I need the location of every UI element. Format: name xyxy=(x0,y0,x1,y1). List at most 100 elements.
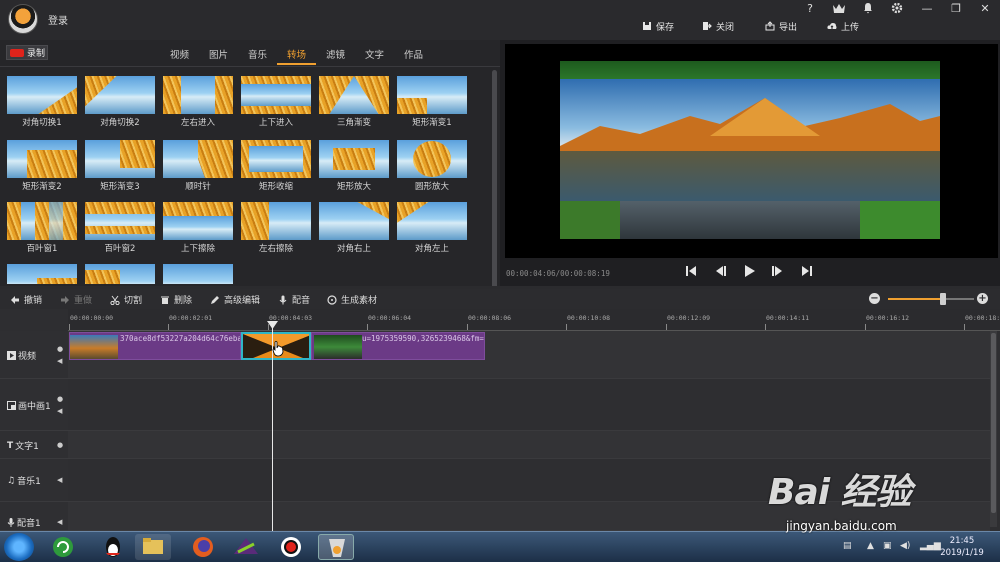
close-project-button[interactable]: 关闭 xyxy=(702,18,734,34)
ruler-tick-label: 00:00:14:11 xyxy=(766,314,810,322)
eye-icon[interactable]: ● xyxy=(57,441,63,449)
transition-tile[interactable]: 百叶窗1 xyxy=(7,202,77,254)
next-frame-icon[interactable] xyxy=(770,264,786,280)
transition-tile[interactable]: 对角切换2 xyxy=(85,76,155,128)
clip-filename: u=1975359590,3265239468&fm=2 xyxy=(362,334,485,343)
taskbar-app-refresh[interactable] xyxy=(45,534,81,560)
delete-label: 删除 xyxy=(174,296,193,306)
microphone-icon xyxy=(279,295,287,304)
tab-music[interactable]: 音乐 xyxy=(238,45,277,65)
eye-icon[interactable]: ● xyxy=(57,345,63,353)
video-clip[interactable]: 370ace8df53227a204d64c76ebad xyxy=(69,332,241,360)
transition-tile[interactable]: 上下进入 xyxy=(241,76,311,128)
baidu-jingyan-watermark: Bai 经验 jingyan.baidu.com xyxy=(768,455,958,545)
previous-frame-icon[interactable] xyxy=(712,264,728,280)
login-link[interactable]: 登录 xyxy=(48,12,68,27)
transition-tile[interactable]: 矩形渐变2 xyxy=(7,140,77,192)
transition-tile[interactable]: 矩形收缩 xyxy=(241,140,311,192)
export-button[interactable]: 导出 xyxy=(765,18,797,34)
transition-tile[interactable] xyxy=(7,264,77,284)
eye-icon[interactable]: ● xyxy=(57,395,63,403)
tab-transition[interactable]: 转场 xyxy=(277,45,316,65)
transition-tile[interactable]: 百叶窗2 xyxy=(85,202,155,254)
speaker-icon[interactable]: ◀ xyxy=(57,407,62,415)
transition-label: 对角右上 xyxy=(336,244,371,254)
taskbar-app-qq[interactable] xyxy=(95,534,131,560)
help-button[interactable]: ? xyxy=(800,2,820,16)
vip-icon[interactable] xyxy=(829,2,849,16)
transition-tile[interactable]: 矩形放大 xyxy=(319,140,389,192)
transition-thumbnail xyxy=(7,140,77,178)
bell-icon[interactable] xyxy=(858,2,878,16)
transition-label: 左右擦除 xyxy=(258,244,293,254)
upload-button[interactable]: 上传 xyxy=(827,18,859,34)
taskbar-app-recorder[interactable] xyxy=(273,534,309,560)
transition-thumbnail xyxy=(397,140,467,178)
text-t-icon: T xyxy=(7,440,14,451)
undo-button[interactable]: 撤销 xyxy=(10,293,42,306)
timeline-scrollbar-thumb[interactable] xyxy=(991,333,996,513)
skip-to-start-icon[interactable] xyxy=(683,264,699,280)
delete-button[interactable]: 删除 xyxy=(160,293,192,306)
generate-material-button[interactable]: 生成素材 xyxy=(327,293,377,306)
minimize-button[interactable]: — xyxy=(917,2,937,16)
tab-video[interactable]: 视频 xyxy=(160,45,199,65)
ruler-tick-label: 00:00:10:08 xyxy=(567,314,611,322)
zoom-in-icon[interactable]: + xyxy=(977,293,988,304)
redo-button[interactable]: 重做 xyxy=(60,293,92,306)
speaker-icon[interactable]: ◀ xyxy=(57,476,62,484)
transition-tile[interactable]: 左右进入 xyxy=(163,76,233,128)
record-label: 录制 xyxy=(27,49,46,59)
transition-tile[interactable]: 对角切换1 xyxy=(7,76,77,128)
transition-tile[interactable]: 左右擦除 xyxy=(241,202,311,254)
tab-works[interactable]: 作品 xyxy=(394,45,433,65)
transition-tile[interactable] xyxy=(163,264,233,284)
transition-tile[interactable]: 矩形渐变1 xyxy=(397,76,467,128)
voiceover-button[interactable]: 配音 xyxy=(278,293,310,306)
cut-button[interactable]: 切割 xyxy=(110,293,142,306)
track-label-pip: 画中画1 xyxy=(18,402,51,412)
record-button[interactable]: 录制 xyxy=(6,45,48,60)
tab-image[interactable]: 图片 xyxy=(199,45,238,65)
advanced-edit-button[interactable]: 高级编辑 xyxy=(210,293,260,306)
play-icon[interactable] xyxy=(741,264,757,280)
cut-label: 切割 xyxy=(124,296,143,306)
transition-tile[interactable]: 对角左上 xyxy=(397,202,467,254)
skip-to-end-icon[interactable] xyxy=(799,264,815,280)
close-window-button[interactable]: ✕ xyxy=(975,2,995,16)
tab-filter[interactable]: 滤镜 xyxy=(316,45,355,65)
transition-thumbnail xyxy=(85,202,155,240)
ruler-tick-label: 00:00:16:12 xyxy=(866,314,910,322)
taskbar-app-editor[interactable] xyxy=(228,534,264,560)
track-header-music: ♫ 音乐1 ◀ xyxy=(0,459,68,502)
save-button[interactable]: 保存 xyxy=(642,18,674,34)
taskbar-app-video-editor[interactable] xyxy=(318,534,354,560)
taskbar-app-firefox[interactable] xyxy=(185,534,221,560)
video-track[interactable]: 370ace8df53227a204d64c76ebad u=197535959… xyxy=(68,331,990,379)
avatar[interactable] xyxy=(8,4,38,34)
zoom-out-icon[interactable]: − xyxy=(869,293,880,304)
transition-tile[interactable]: 对角右上 xyxy=(319,202,389,254)
media-library-panel: 录制 视频 图片 音乐 转场 滤镜 文字 作品 对角切换1 对角切换2 左右进入… xyxy=(0,40,500,290)
transition-tile[interactable] xyxy=(85,264,155,284)
video-clip[interactable]: u=1975359590,3265239468&fm=2 xyxy=(311,332,485,360)
gear-icon[interactable] xyxy=(887,2,907,16)
speaker-icon[interactable]: ◀ xyxy=(57,518,62,526)
taskbar-app-explorer[interactable] xyxy=(135,534,171,560)
transition-tile[interactable]: 三角渐变 xyxy=(319,76,389,128)
transition-tile[interactable]: 矩形渐变3 xyxy=(85,140,155,192)
transition-tile[interactable]: 上下擦除 xyxy=(163,202,233,254)
library-scrollbar[interactable] xyxy=(492,70,497,290)
transition-tile[interactable]: 圆形放大 xyxy=(397,140,467,192)
zoom-slider-handle[interactable] xyxy=(940,293,947,305)
time-ruler[interactable]: 00:00:00:00 00:00:02:01 00:00:04:03 00:0… xyxy=(68,309,1000,331)
watermark-brand: Bai 经验 xyxy=(768,472,912,513)
transition-label: 圆形放大 xyxy=(414,182,449,192)
restore-button[interactable]: ❐ xyxy=(946,2,966,16)
transition-label: 矩形收缩 xyxy=(258,182,293,192)
transition-tile[interactable]: 顺时针 xyxy=(163,140,233,192)
start-button[interactable] xyxy=(4,533,34,561)
speaker-icon[interactable]: ◀ xyxy=(57,357,62,365)
tab-text[interactable]: 文字 xyxy=(355,45,394,65)
pip-track[interactable] xyxy=(68,379,990,431)
